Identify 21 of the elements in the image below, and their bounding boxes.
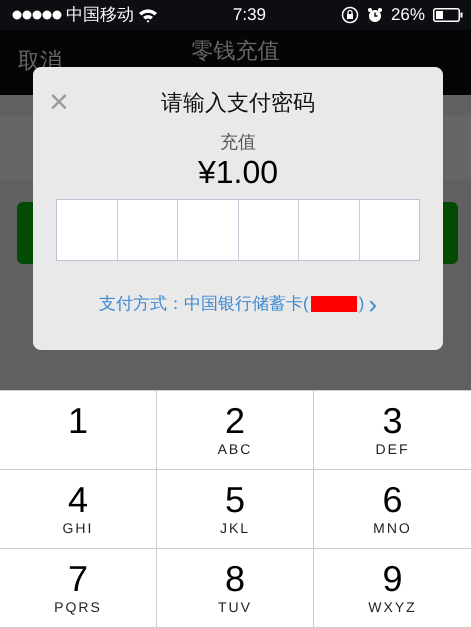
battery-percent: 26% xyxy=(390,4,425,26)
closing-parenthesis: ) xyxy=(358,293,364,315)
wifi-icon xyxy=(138,8,158,22)
clock-time: 7:39 xyxy=(232,4,268,26)
password-field[interactable] xyxy=(56,199,420,261)
keypad-key[interactable]: 1 xyxy=(0,391,157,470)
payment-purpose: 充值 xyxy=(219,131,257,153)
dialog-title: 请输入支付密码 xyxy=(161,90,315,115)
rotation-lock-icon xyxy=(340,6,359,24)
keypad-key[interactable]: 8 TUV xyxy=(157,549,314,628)
carrier-name: 中国移动 xyxy=(66,4,134,26)
signal-icon xyxy=(12,9,62,21)
page-title: 零钱充值 xyxy=(192,38,280,63)
alarm-icon xyxy=(366,7,383,23)
redaction-mark xyxy=(310,296,357,312)
keypad-key[interactable]: 5 JKL xyxy=(157,470,314,549)
keypad-key[interactable]: 2 ABC xyxy=(157,391,314,470)
payment-amount: ¥1.00 xyxy=(196,153,280,191)
keypad-key[interactable]: 7 PQRS xyxy=(0,549,157,628)
keypad-key[interactable]: 4 GHI xyxy=(0,470,157,549)
battery-icon xyxy=(432,8,463,22)
